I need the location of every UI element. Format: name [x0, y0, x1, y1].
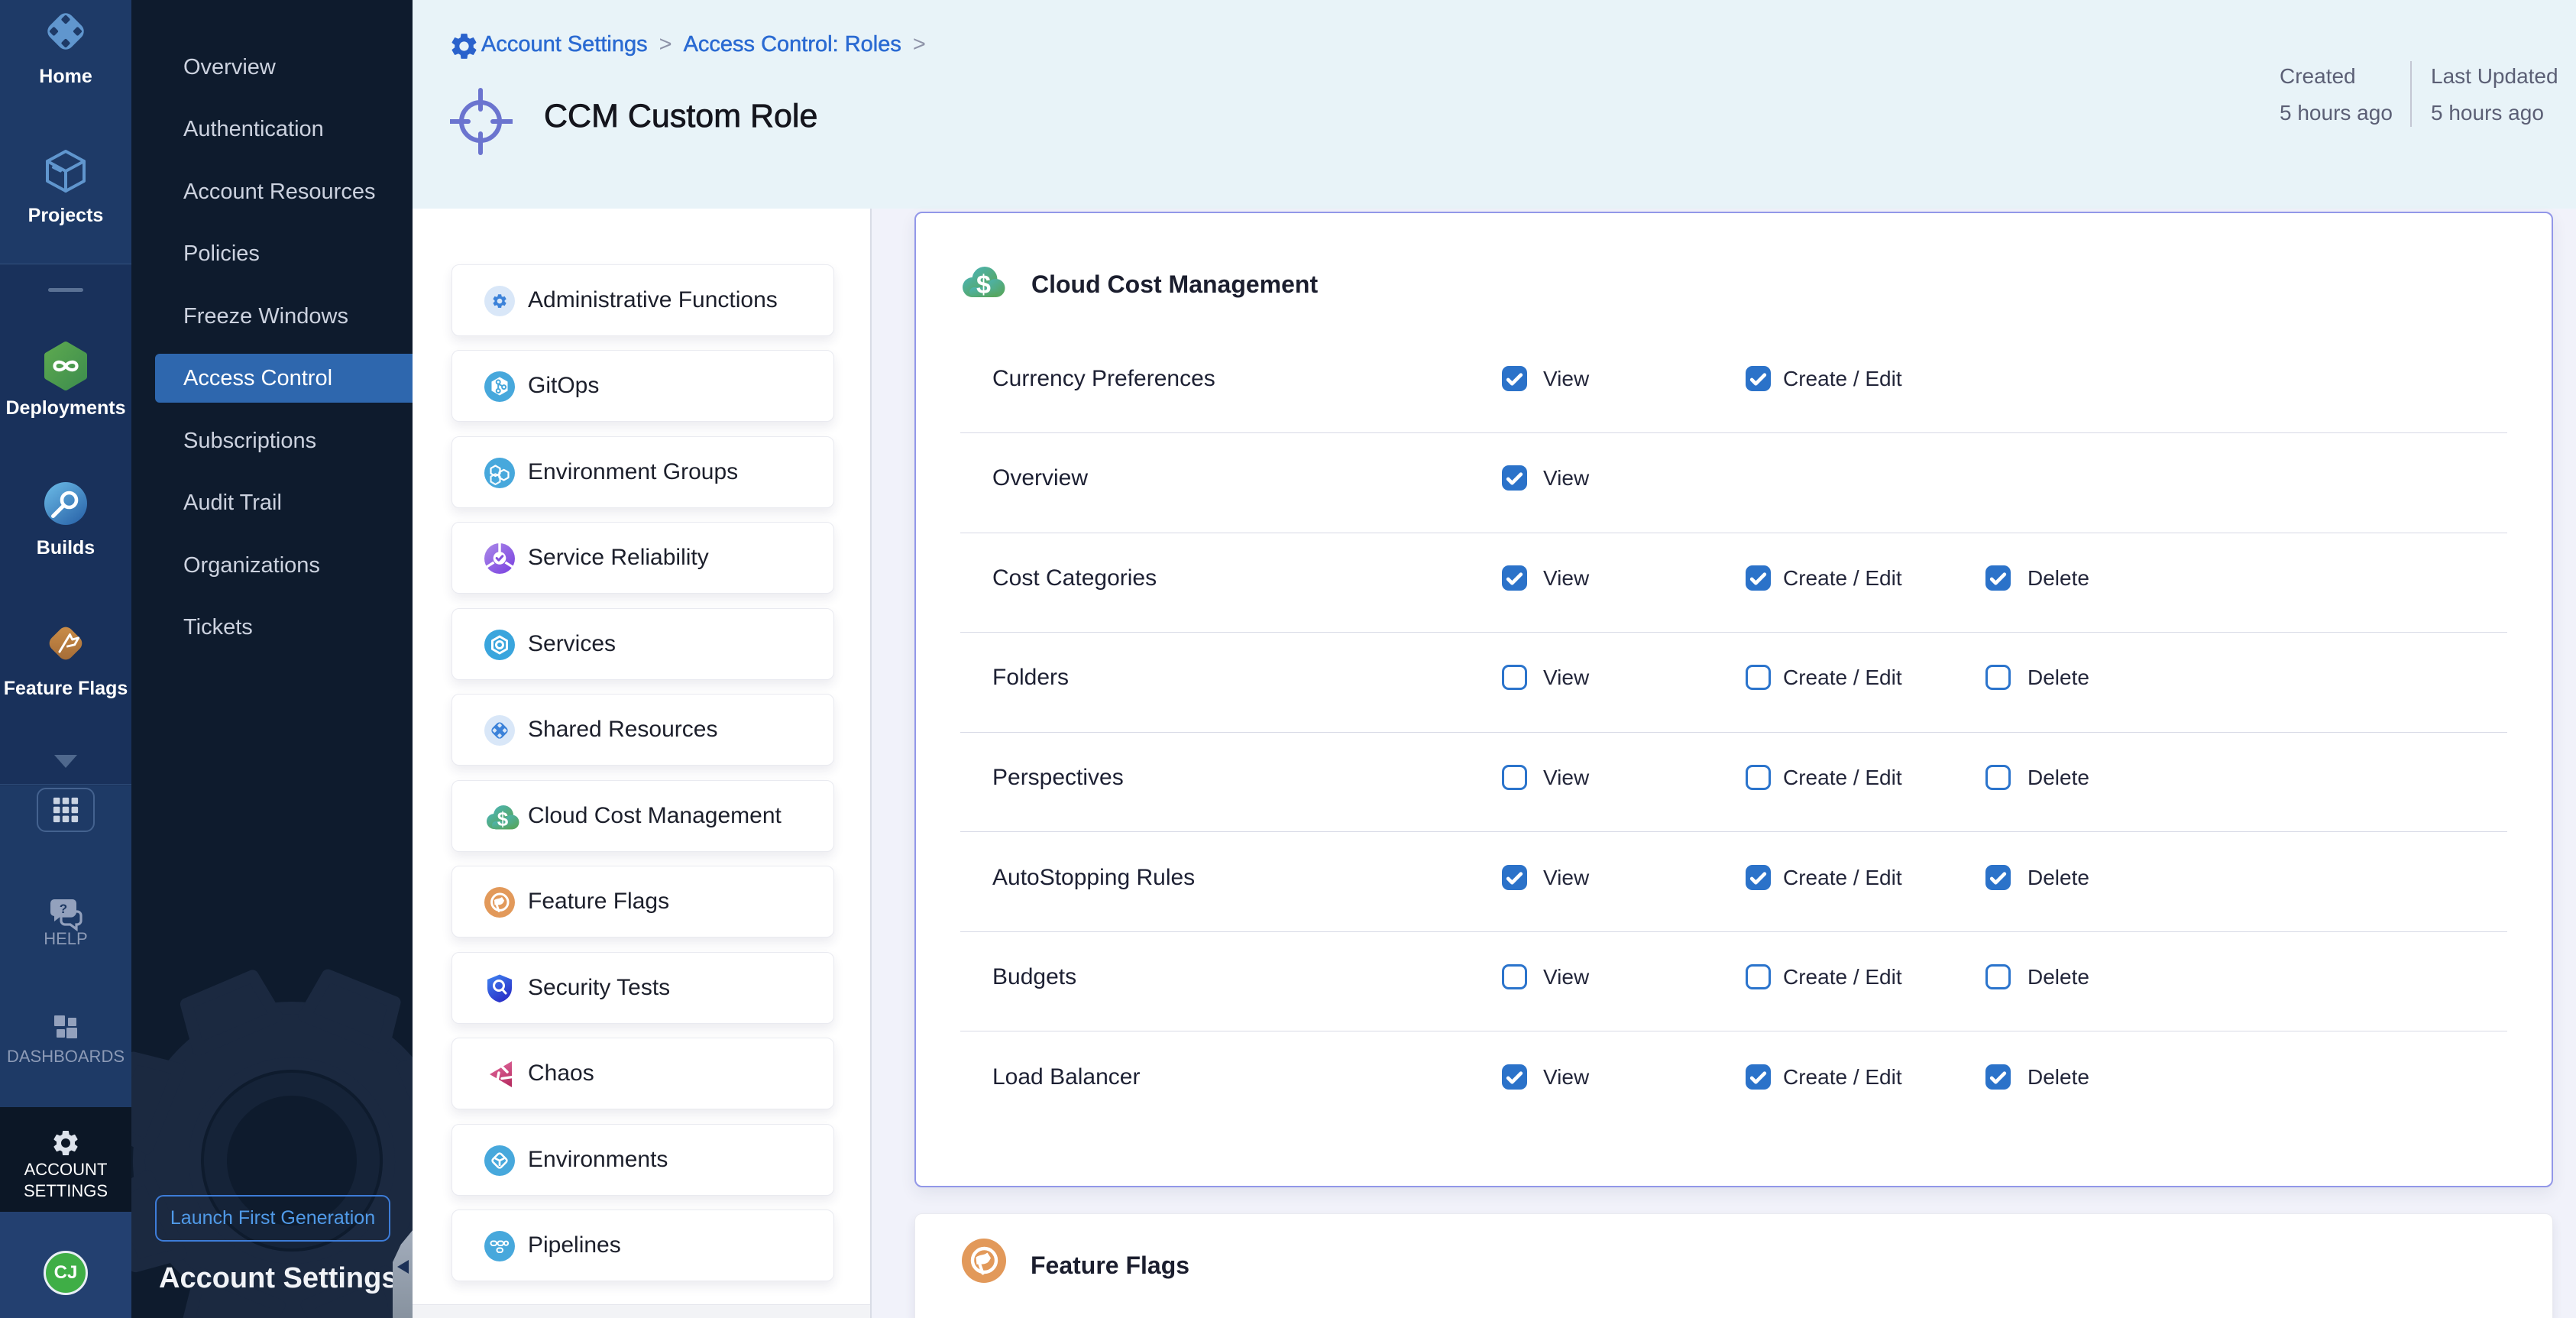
- svg-text:?: ?: [60, 902, 67, 916]
- svg-text:$: $: [497, 808, 509, 831]
- svg-text:$: $: [976, 270, 991, 300]
